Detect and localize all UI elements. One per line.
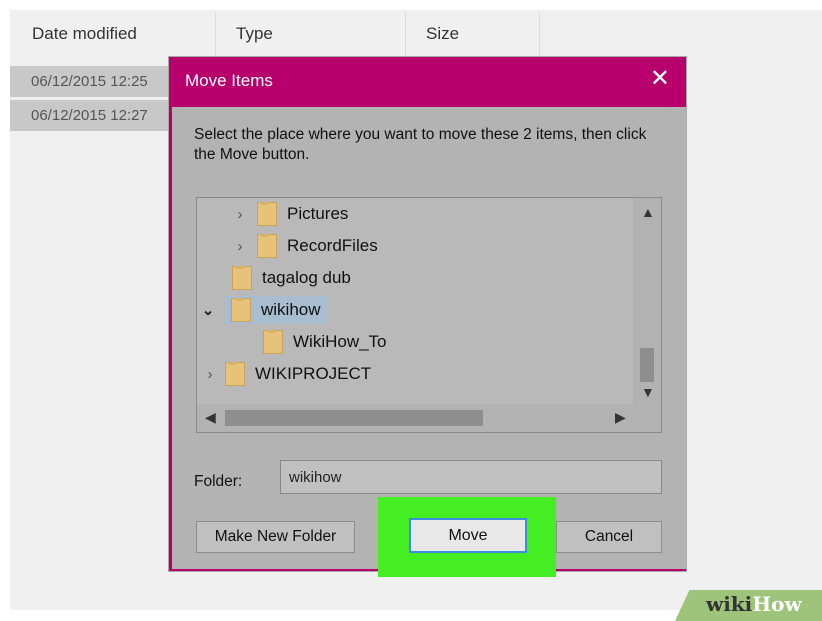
file-row[interactable]: 06/12/2015 12:25 — [10, 66, 170, 97]
wikihow-logo: wikiHow — [706, 592, 802, 616]
dialog-titlebar[interactable]: Move Items ✕ — [169, 57, 686, 107]
scroll-right-icon[interactable]: ▶ — [615, 409, 626, 426]
folder-field-label: Folder: — [194, 473, 243, 490]
column-header-type[interactable]: Type — [216, 12, 406, 56]
folder-icon — [225, 362, 245, 386]
tree-item-label: RecordFiles — [287, 236, 378, 255]
scroll-up-icon[interactable]: ▲ — [641, 204, 655, 220]
folder-icon — [263, 330, 283, 354]
horizontal-scroll-thumb[interactable] — [225, 410, 483, 426]
folder-tree[interactable]: › Pictures › RecordFiles tagalog dub ⌄ w… — [196, 197, 662, 433]
vertical-scrollbar[interactable]: ▲ ▼ — [633, 198, 661, 405]
scroll-down-icon[interactable]: ▼ — [641, 384, 655, 400]
tree-item-label: WIKIPROJECT — [255, 364, 372, 383]
folder-icon — [257, 202, 277, 226]
collapse-chevron-icon[interactable]: ⌄ — [199, 301, 217, 319]
make-new-folder-button[interactable]: Make New Folder — [196, 521, 355, 553]
move-items-dialog: Move Items ✕ Select the place where you … — [168, 56, 687, 572]
expand-chevron-icon[interactable]: › — [201, 366, 219, 383]
horizontal-scrollbar[interactable]: ◀ ▶ — [197, 404, 661, 432]
expand-chevron-icon[interactable]: › — [231, 238, 249, 255]
tree-item-pictures[interactable]: › Pictures — [231, 200, 348, 228]
column-header-size[interactable]: Size — [406, 12, 540, 56]
dialog-border — [169, 107, 172, 571]
tree-item-label: WikiHow_To — [293, 332, 387, 351]
cancel-button[interactable]: Cancel — [556, 521, 662, 553]
folder-icon — [257, 234, 277, 258]
tree-item-wikiproject[interactable]: › WIKIPROJECT — [201, 360, 371, 388]
tree-item-wikihow[interactable]: ⌄ wikihow — [199, 296, 327, 324]
tree-item-recordfiles[interactable]: › RecordFiles — [231, 232, 378, 260]
tree-item-label: Pictures — [287, 204, 349, 223]
instruction-text: Select the place where you want to move … — [194, 126, 647, 163]
selected-folder[interactable]: wikihow — [225, 296, 327, 324]
vertical-scroll-thumb[interactable] — [640, 348, 654, 382]
close-icon[interactable]: ✕ — [650, 67, 670, 91]
file-row[interactable]: 06/12/2015 12:27 — [10, 100, 170, 131]
column-header-date-modified[interactable]: Date modified — [12, 12, 216, 56]
scroll-left-icon[interactable]: ◀ — [205, 409, 216, 426]
dialog-title: Move Items — [185, 71, 273, 90]
folder-icon — [232, 266, 252, 290]
folder-field[interactable]: wikihow — [280, 460, 662, 494]
tree-item-wikihow-to[interactable]: WikiHow_To — [263, 328, 387, 356]
tree-item-label: tagalog dub — [262, 268, 351, 287]
move-button[interactable]: Move — [409, 518, 527, 553]
expand-chevron-icon[interactable]: › — [231, 206, 249, 223]
tree-item-tagalog-dub[interactable]: tagalog dub — [232, 264, 351, 292]
tree-item-label: wikihow — [261, 300, 321, 319]
folder-icon — [231, 298, 251, 322]
